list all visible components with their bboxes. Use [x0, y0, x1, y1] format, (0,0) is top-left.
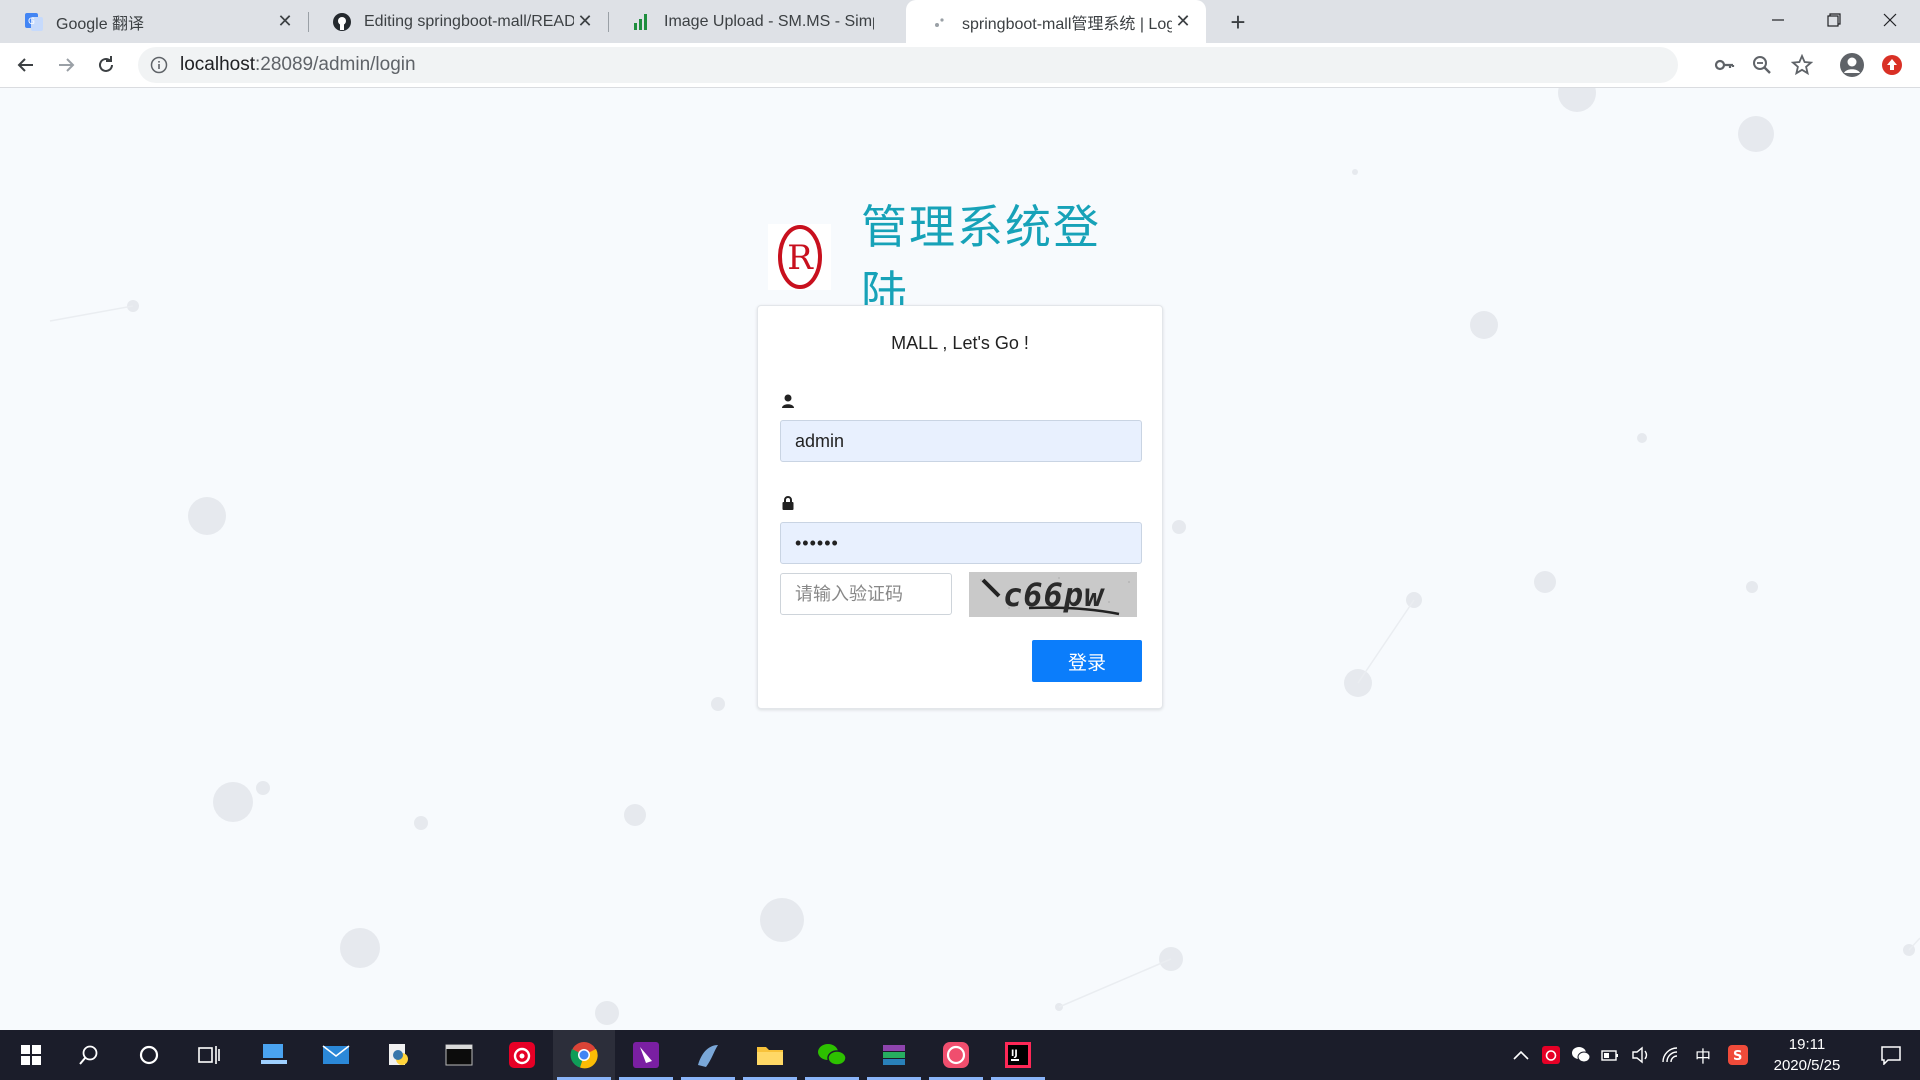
reload-button[interactable]	[90, 49, 122, 81]
update-icon[interactable]	[1878, 51, 1906, 79]
notification-icon[interactable]	[1866, 1030, 1916, 1080]
bookmark-star-icon[interactable]	[1788, 51, 1816, 79]
tab-title: Google 翻译	[56, 15, 145, 33]
sogou-ime-icon[interactable]: S	[1725, 1030, 1751, 1080]
typora-icon[interactable]	[615, 1030, 677, 1080]
python-idle-icon[interactable]	[367, 1030, 429, 1080]
login-button[interactable]: 登录	[1032, 640, 1142, 682]
tab-title: Editing springboot-mall/READ	[364, 12, 574, 30]
svg-text:IJ: IJ	[1011, 1049, 1018, 1059]
arrow-left-icon	[17, 58, 33, 72]
user-icon	[782, 394, 794, 408]
chrome-icon[interactable]	[553, 1030, 615, 1080]
brand-header: R 管理系统登陆	[768, 200, 1136, 320]
bar-chart-icon	[632, 12, 652, 32]
key-icon[interactable]	[1710, 51, 1738, 79]
netease-tray-icon[interactable]	[1538, 1030, 1564, 1080]
back-button[interactable]	[10, 49, 42, 81]
info-icon[interactable]	[150, 56, 168, 74]
svg-text:R: R	[787, 238, 814, 278]
close-tab-icon[interactable]: ✕	[274, 11, 296, 33]
mail-icon[interactable]	[305, 1030, 367, 1080]
login-card: MALL , Let's Go ! admin •••••• c66pw 登录	[757, 305, 1163, 709]
close-tab-icon[interactable]: ✕	[1172, 11, 1194, 33]
svg-text:S: S	[1733, 1049, 1742, 1064]
search-icon[interactable]	[58, 1030, 120, 1080]
clock-time: 19:11	[1788, 1036, 1826, 1053]
welcome-message: MALL , Let's Go !	[891, 333, 1029, 353]
tab-strip: G Google 翻译 ✕ Editing springboot-mall/RE…	[0, 0, 1920, 43]
google-translate-icon: G	[24, 12, 44, 32]
file-explorer-icon[interactable]	[739, 1030, 801, 1080]
captcha-input[interactable]	[780, 573, 952, 615]
registered-logo-icon: R	[768, 224, 832, 290]
close-window-button[interactable]	[1860, 0, 1920, 40]
tab-sm-ms[interactable]: Image Upload - SM.MS - Simp ✕	[608, 0, 908, 43]
wechat-icon[interactable]	[801, 1030, 863, 1080]
zoom-icon[interactable]	[1748, 51, 1776, 79]
mini-program-icon[interactable]	[925, 1030, 987, 1080]
browser-toolbar: localhost:28089/admin/login	[0, 43, 1920, 88]
reload-icon	[99, 56, 113, 72]
tab-title: springboot-mall管理系统 | Log	[962, 15, 1172, 33]
username-input[interactable]: admin	[780, 420, 1142, 462]
windows-taskbar: IJ 中 S 19:11 2020/5/25	[0, 1030, 1920, 1080]
captcha-text: c66pw	[1003, 575, 1105, 614]
volume-icon[interactable]	[1628, 1030, 1654, 1080]
lock-icon	[782, 496, 794, 510]
system-clock[interactable]: 19:11 2020/5/25	[1752, 1034, 1862, 1076]
windows-icon	[21, 1045, 41, 1065]
wechat-tray-icon[interactable]	[1568, 1030, 1594, 1080]
login-page: R 管理系统登陆 MALL , Let's Go ! admin •••••• …	[0, 88, 1920, 1030]
chevron-up-icon[interactable]	[1508, 1030, 1534, 1080]
restore-button[interactable]	[1804, 0, 1864, 40]
rar-archive-icon[interactable]	[863, 1030, 925, 1080]
netease-music-icon[interactable]	[491, 1030, 553, 1080]
loading-icon	[930, 12, 950, 32]
profile-avatar-icon[interactable]	[1838, 51, 1866, 79]
tab-springboot-mall[interactable]: springboot-mall管理系统 | Log ✕	[906, 0, 1206, 43]
minimize-button[interactable]	[1748, 0, 1808, 40]
cortana-icon[interactable]	[118, 1030, 180, 1080]
input-method-indicator[interactable]: 中	[1690, 1030, 1716, 1080]
task-view-icon[interactable]	[178, 1030, 240, 1080]
battery-icon[interactable]	[1598, 1030, 1624, 1080]
address-bar[interactable]: localhost:28089/admin/login	[138, 47, 1678, 83]
arrow-right-icon	[59, 58, 75, 72]
url-text: localhost:28089/admin/login	[180, 54, 416, 75]
page-title: 管理系统登陆	[861, 200, 1102, 320]
forward-button[interactable]	[50, 49, 82, 81]
terminal-icon[interactable]	[428, 1030, 490, 1080]
tab-title: Image Upload - SM.MS - Simp	[664, 12, 874, 30]
dolphin-app-icon[interactable]	[677, 1030, 739, 1080]
github-icon	[332, 12, 352, 32]
password-input[interactable]: ••••••	[780, 522, 1142, 564]
svg-text:G: G	[28, 17, 35, 27]
clock-date: 2020/5/25	[1773, 1057, 1841, 1074]
wifi-icon[interactable]	[1658, 1030, 1684, 1080]
computer-icon[interactable]	[243, 1030, 305, 1080]
tab-google-translate[interactable]: G Google 翻译 ✕	[0, 0, 308, 43]
new-tab-button[interactable]: +	[1222, 6, 1254, 38]
tab-github[interactable]: Editing springboot-mall/READ ✕	[308, 0, 608, 43]
start-button[interactable]	[0, 1030, 62, 1080]
close-tab-icon[interactable]: ✕	[574, 11, 596, 33]
intellij-idea-icon[interactable]: IJ	[987, 1030, 1049, 1080]
captcha-image[interactable]: c66pw	[969, 572, 1137, 617]
